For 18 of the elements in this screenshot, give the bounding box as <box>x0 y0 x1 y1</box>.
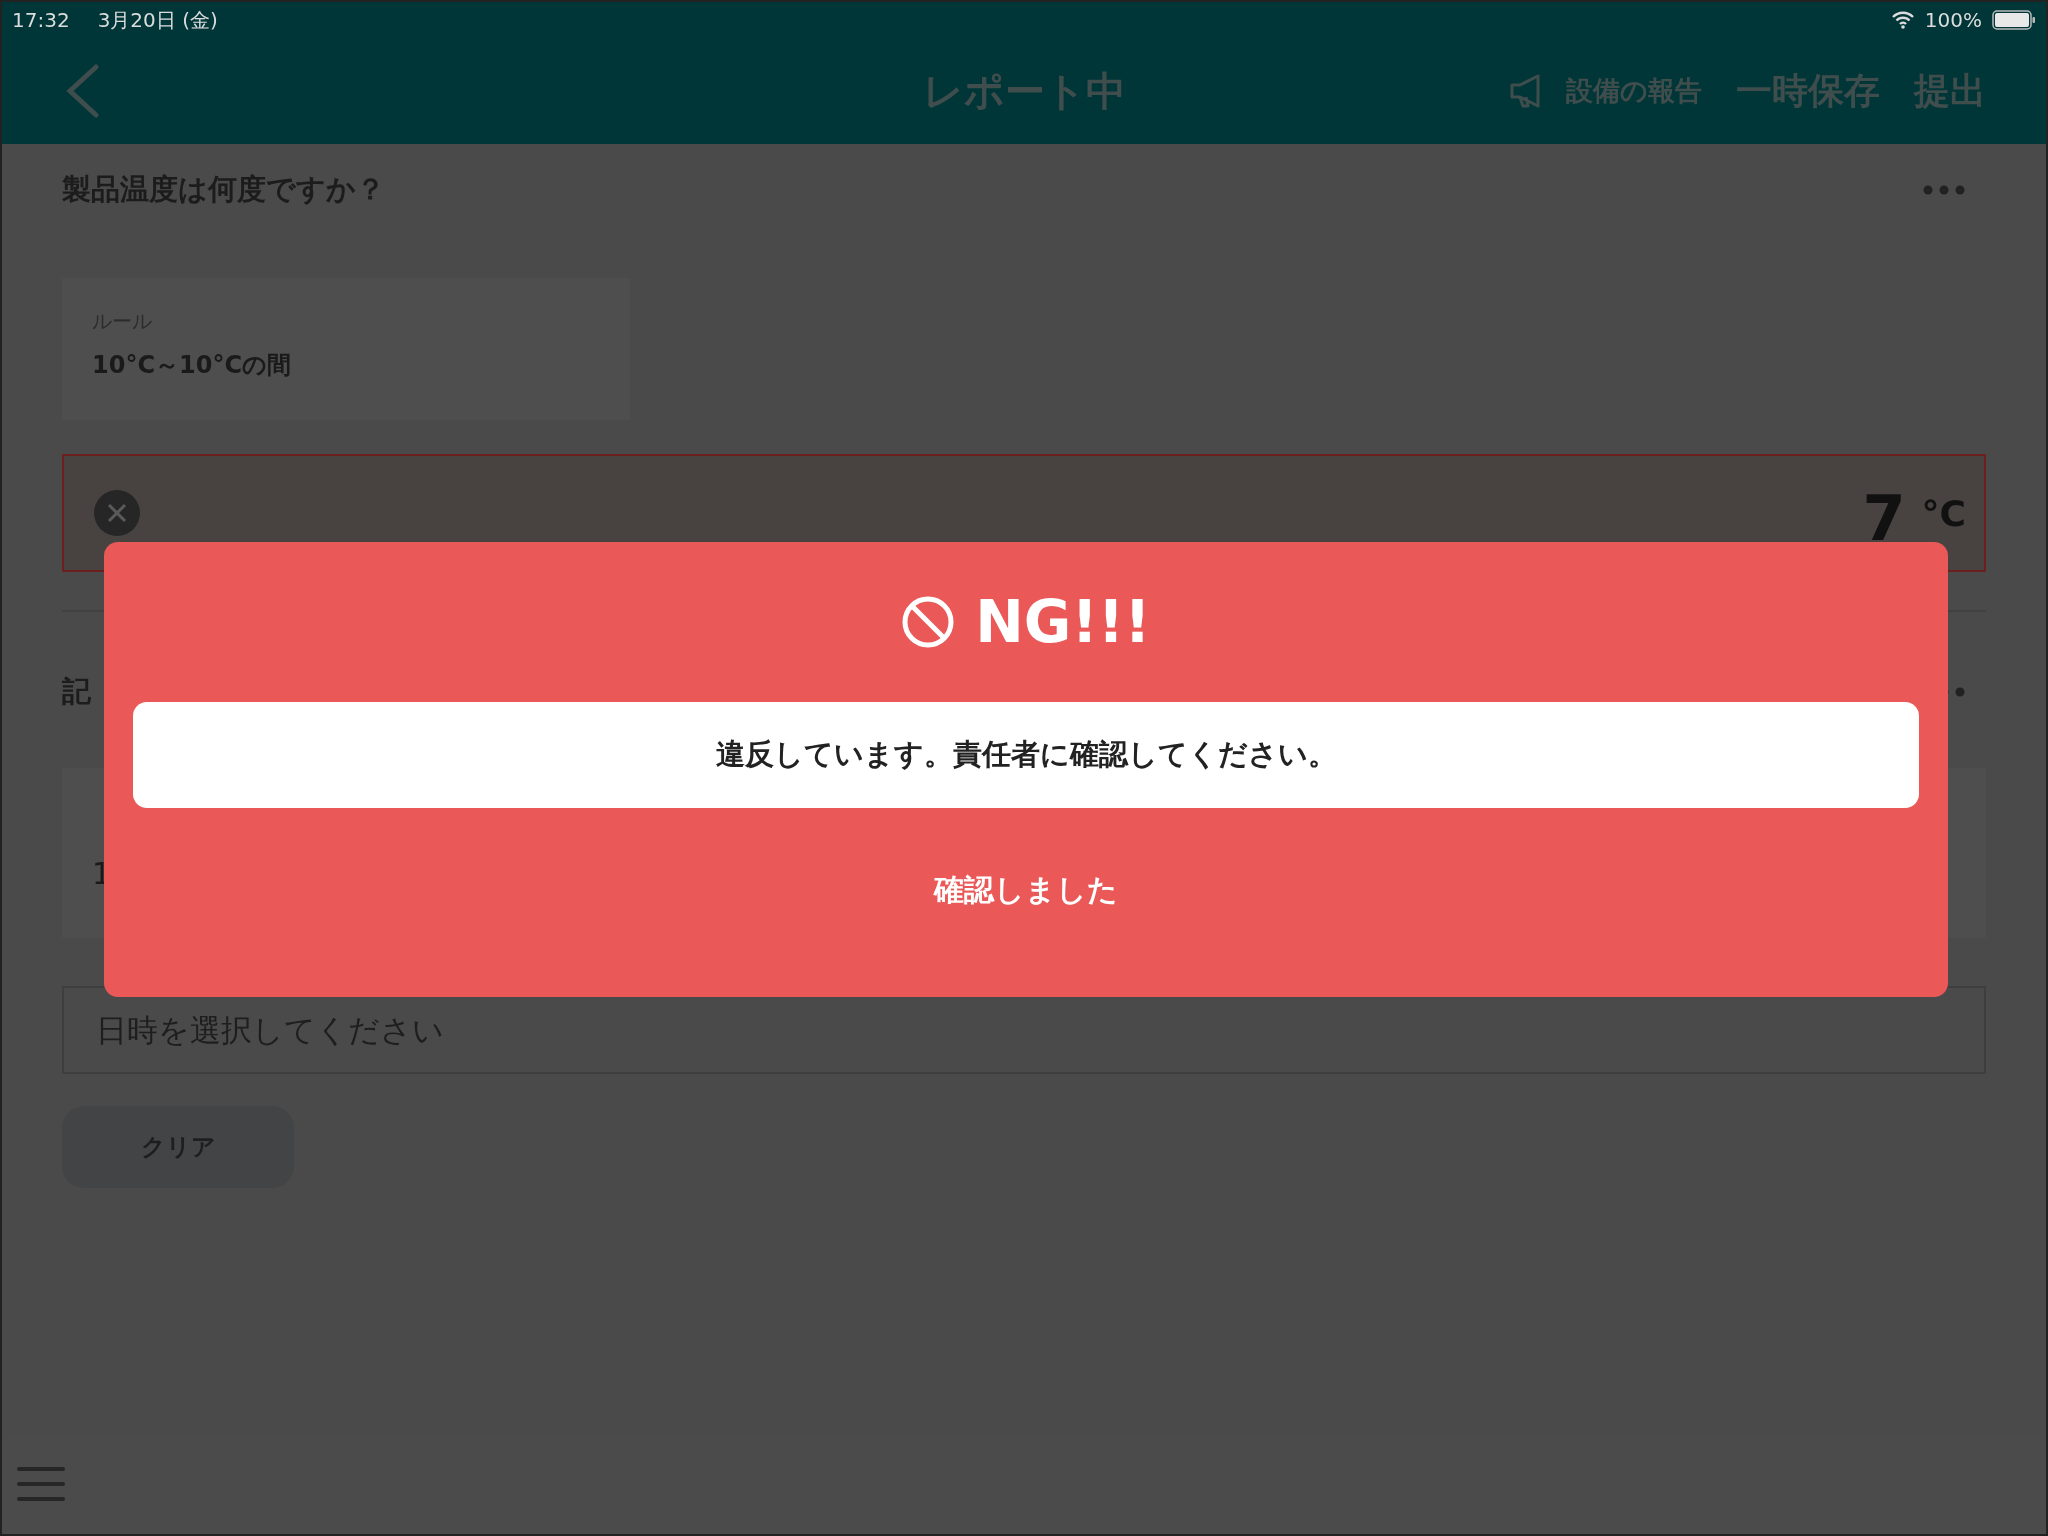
battery-icon <box>1992 10 2036 30</box>
nav-action-button[interactable]: 一時保存 <box>1736 66 1880 116</box>
dialog-message: 違反しています。責任者に確認してください。 <box>133 702 1919 808</box>
nav-action-button[interactable]: 提出 <box>1914 66 1986 116</box>
report-equipment-button[interactable]: 設備の報告 <box>1508 73 1702 109</box>
answer-value: 7 <box>1862 481 1906 555</box>
dialog-title: NG!!! <box>975 588 1151 656</box>
battery-percent: 100% <box>1924 8 1982 32</box>
menu-icon[interactable] <box>16 1466 66 1502</box>
wifi-icon <box>1890 11 1915 29</box>
status-date: 3月20日 (金) <box>97 6 218 34</box>
more-icon[interactable] <box>1922 184 1966 196</box>
clear-icon[interactable] <box>94 490 140 536</box>
status-time: 17:32 <box>12 8 70 32</box>
confirm-button[interactable]: 確認しました <box>914 860 1138 921</box>
prohibited-icon <box>901 595 956 649</box>
unit-label: °C <box>1921 492 1966 534</box>
screen-title: レポート中 <box>922 66 1126 116</box>
